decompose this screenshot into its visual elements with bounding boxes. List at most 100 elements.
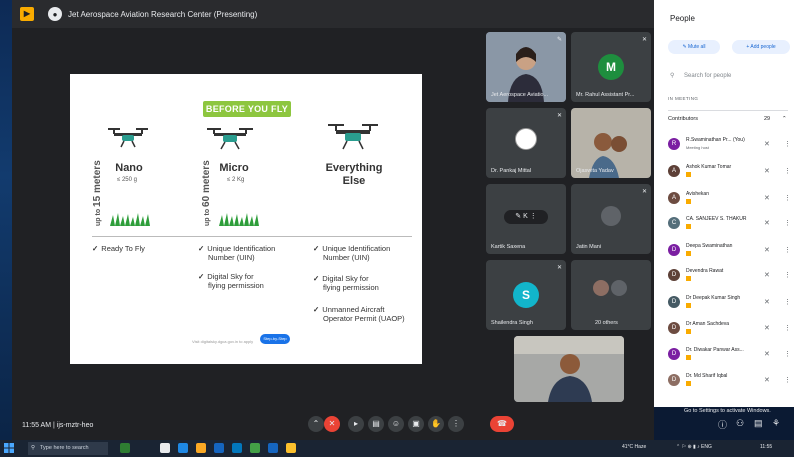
participant-row[interactable]: A Avishekan ✕ ⋮ (668, 189, 792, 209)
mute-all-button[interactable]: ✎ Mute all (668, 40, 720, 54)
tile-name: 20 others (595, 320, 618, 326)
mic-off-icon[interactable]: ✕ (764, 219, 770, 227)
info-icon[interactable]: ⓘ (718, 418, 727, 431)
raise-hand-button[interactable]: ✋ (428, 416, 444, 432)
search-icon: ⚲ (670, 73, 675, 79)
nano-drone-icon (108, 128, 148, 148)
mic-off-icon[interactable]: ✕ (764, 376, 770, 384)
participant-avatar: D (668, 322, 680, 334)
check-ready-to-fly: ✓ Ready To Fly (92, 244, 145, 253)
meet-window: ▶ ● Jet Aerospace Aviation Research Cent… (12, 0, 654, 440)
edge-icon[interactable] (178, 443, 188, 453)
participant-avatar: D (668, 348, 680, 360)
participant-row[interactable]: R R.Swaminathan Pr... (You) Meeting host… (668, 135, 792, 155)
slide-footer-button: Step-by-Step (260, 334, 290, 344)
check-uin-else: ✓ Unique Identification Number (UIN) (313, 244, 391, 262)
tile-ojaswita[interactable]: Ojaswita Yadav (571, 108, 651, 178)
weather-widget[interactable]: 41°C Haze (622, 444, 646, 450)
windows-start-icon[interactable] (4, 443, 14, 453)
task-view-icon[interactable] (160, 443, 170, 453)
participant-row[interactable]: D Dr. Diwakar Panwar Ass... ✕ ⋮ (668, 345, 792, 365)
camera-button[interactable]: ▸ (348, 416, 364, 432)
participant-row[interactable]: D Dr Deepak Kumar Singh ✕ ⋮ (668, 293, 792, 313)
mic-off-icon[interactable]: ✕ (764, 271, 770, 279)
check-uaop: ✓ Unmanned Aircraft Operator Permit (UAOP) (313, 305, 405, 323)
more-icon[interactable]: ⋮ (784, 271, 791, 279)
mic-off-icon[interactable]: ✕ (764, 298, 770, 306)
excel-icon[interactable] (250, 443, 260, 453)
badge-icon (686, 224, 691, 229)
people-title: People (670, 14, 695, 23)
participant-row[interactable]: D Dr Aman Sachdeva ✕ ⋮ (668, 319, 792, 339)
file-explorer-icon[interactable] (196, 443, 206, 453)
participant-row[interactable]: D Devendra Rawat ✕ ⋮ (668, 266, 792, 286)
meet-app-icon: ▶ (20, 7, 34, 21)
participant-row[interactable]: C CA. SANJEEV S. THAKUR ✕ ⋮ (668, 214, 792, 234)
people-icon[interactable]: ⚇ (736, 418, 744, 429)
tile-mr-rahul[interactable]: M ✕ Mr. Rahul Assistant Pr... (571, 32, 651, 102)
other-avatar-2 (611, 280, 627, 296)
word-icon[interactable] (268, 443, 278, 453)
chrome-icon[interactable] (286, 443, 296, 453)
participant-row[interactable]: A Ashok Kumar Tomar ✕ ⋮ (668, 162, 792, 182)
more-icon[interactable]: ⋮ (784, 376, 791, 384)
badge-icon (686, 199, 691, 204)
more-icon[interactable]: ⋮ (784, 167, 791, 175)
chat-icon[interactable]: ▤ (754, 418, 763, 429)
tile-name: Dr. Pankaj Mittal (491, 168, 532, 174)
activities-icon[interactable]: ⚘ (772, 418, 780, 429)
tile-dr-pankaj[interactable]: ✕ Dr. Pankaj Mittal (486, 108, 566, 178)
mail-icon[interactable] (232, 443, 242, 453)
taskbar-search-input[interactable]: ⚲ Type here to search (28, 442, 108, 455)
captions-button[interactable]: ⌃ (308, 416, 324, 432)
tile-mic-icon: ✎ (556, 37, 562, 43)
tile-hover-controls[interactable]: ✎ K ⋮ (504, 210, 548, 224)
mic-off-icon[interactable]: ✕ (764, 140, 770, 148)
category-nano-title: Nano (115, 162, 143, 174)
windows-taskbar: ⚲ Type here to search 41°C Haze ⌃ ⚐ ⊕ ▮ … (0, 440, 794, 457)
add-people-button[interactable]: + Add people (732, 40, 790, 54)
store-icon[interactable] (214, 443, 224, 453)
people-panel: People ✎ Mute all + Add people ⚲ Search … (654, 0, 794, 407)
leave-call-button[interactable]: ☎ (490, 416, 514, 432)
participant-avatar: A (668, 165, 680, 177)
self-video-icon (514, 336, 624, 402)
more-icon[interactable]: ⋮ (784, 140, 791, 148)
taskbar-app-icon[interactable] (120, 443, 130, 453)
participant-row[interactable]: D Deepa Swaminathan ✕ ⋮ (668, 241, 792, 261)
tile-shailendra[interactable]: S ✕ Shailendra Singh (486, 260, 566, 330)
participant-avatar: D (668, 374, 680, 386)
cc-button[interactable]: ▤ (368, 416, 384, 432)
mic-off-icon[interactable]: ✕ (764, 167, 770, 175)
mic-off-icon[interactable]: ✕ (764, 324, 770, 332)
more-icon[interactable]: ⋮ (784, 194, 791, 202)
presenting-icon: ● (48, 7, 62, 21)
mic-off-icon[interactable]: ✕ (764, 246, 770, 254)
present-button[interactable]: ▣ (408, 416, 424, 432)
people-search-input[interactable]: ⚲ Search for people (668, 68, 786, 84)
more-options-button[interactable]: ⋮ (448, 416, 464, 432)
emoji-button[interactable]: ☺ (388, 416, 404, 432)
more-icon[interactable]: ⋮ (784, 298, 791, 306)
mic-off-button[interactable]: ✕ (324, 416, 340, 432)
check-digital-sky-else: ✓ Digital Sky for flying permission (313, 274, 379, 292)
tile-jatin[interactable]: ✕ Jatin Mani (571, 184, 651, 254)
tile-mic-icon: ✕ (556, 113, 562, 119)
tile-kartik[interactable]: ✎ K ⋮ Kartik Saxena (486, 184, 566, 254)
more-icon[interactable]: ⋮ (784, 246, 791, 254)
more-icon[interactable]: ⋮ (784, 219, 791, 227)
more-icon[interactable]: ⋮ (784, 324, 791, 332)
participant-row[interactable]: D Dr. Md Sharif Iqbal ✕ ⋮ (668, 371, 792, 391)
desktop-background (0, 0, 12, 440)
mic-off-icon[interactable]: ✕ (764, 350, 770, 358)
tile-others[interactable]: 20 others (571, 260, 651, 330)
mic-off-icon[interactable]: ✕ (764, 194, 770, 202)
system-tray-icons[interactable]: ⌃ ⚐ ⊕ ▮ ♪ ENG (676, 444, 712, 450)
tile-jet-aerospace[interactable]: ✎ Jet Aerospace Aviatio... (486, 32, 566, 102)
tile-mic-icon: ✕ (641, 37, 647, 43)
contributors-header[interactable]: Contributors 29 ⌃ (668, 110, 788, 126)
self-view-video[interactable] (514, 336, 624, 402)
tile-name: Jatin Mani (576, 244, 602, 250)
taskbar-clock[interactable]: 11:55 (760, 444, 772, 450)
more-icon[interactable]: ⋮ (784, 350, 791, 358)
